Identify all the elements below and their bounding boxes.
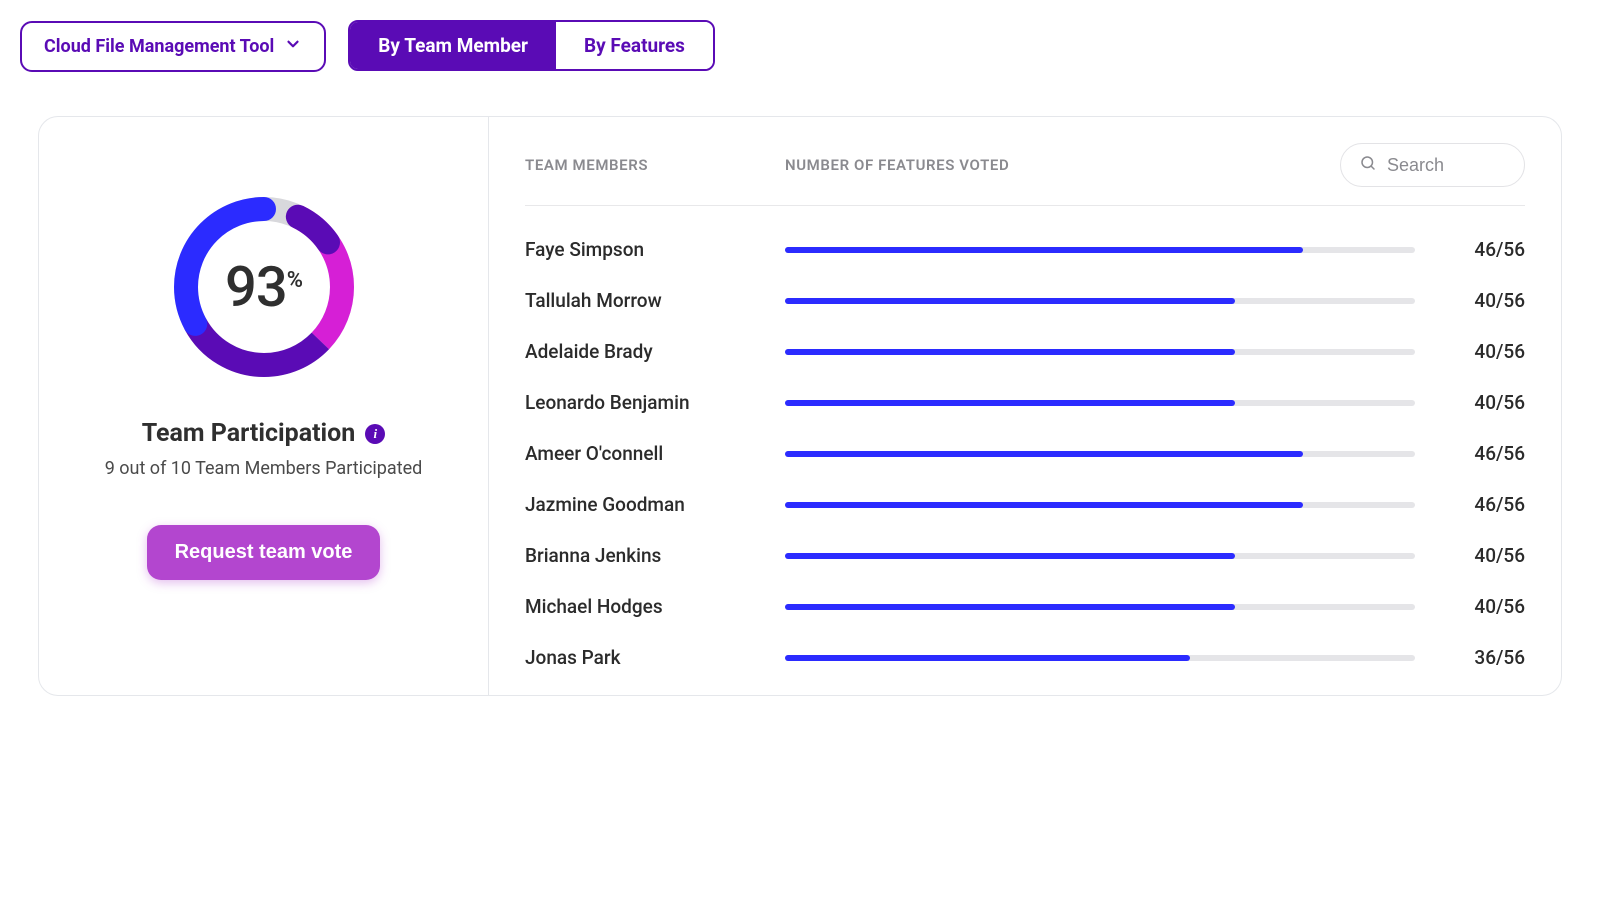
chevron-down-icon [284, 35, 302, 58]
vote-ratio: 40/56 [1445, 544, 1525, 567]
vote-ratio: 40/56 [1445, 289, 1525, 312]
request-team-vote-button[interactable]: Request team vote [147, 525, 381, 580]
vote-bar [785, 604, 1415, 610]
vote-bar-fill [785, 298, 1235, 304]
vote-ratio: 46/56 [1445, 442, 1525, 465]
member-name: Faye Simpson [525, 238, 785, 261]
table-row: Adelaide Brady 40/56 [525, 326, 1525, 377]
member-name: Jonas Park [525, 646, 785, 669]
table-row: Michael Hodges 40/56 [525, 581, 1525, 632]
header-features-voted: NUMBER OF FEATURES VOTED [785, 156, 1340, 174]
project-dropdown-label: Cloud File Management Tool [44, 36, 274, 57]
table-row: Leonardo Benjamin 40/56 [525, 377, 1525, 428]
vote-ratio: 36/56 [1445, 646, 1525, 669]
member-name: Adelaide Brady [525, 340, 785, 363]
search-icon [1359, 154, 1377, 176]
tab-by-features[interactable]: By Features [556, 22, 713, 69]
vote-bar-fill [785, 400, 1235, 406]
member-name: Tallulah Morrow [525, 289, 785, 312]
header-team-members: TEAM MEMBERS [525, 156, 785, 174]
team-member-list: TEAM MEMBERS NUMBER OF FEATURES VOTED Fa… [489, 117, 1561, 695]
table-row: Ameer O'connell 46/56 [525, 428, 1525, 479]
project-dropdown[interactable]: Cloud File Management Tool [20, 21, 326, 72]
participation-summary: 93% Team Participation i 9 out of 10 Tea… [39, 117, 489, 695]
vote-bar-fill [785, 655, 1190, 661]
member-name: Michael Hodges [525, 595, 785, 618]
table-row: Tallulah Morrow 40/56 [525, 275, 1525, 326]
vote-bar-fill [785, 502, 1303, 508]
participation-percent: 93% [225, 254, 302, 320]
vote-bar [785, 451, 1415, 457]
vote-bar-fill [785, 451, 1303, 457]
search-field[interactable] [1340, 143, 1525, 187]
view-tabs: By Team Member By Features [348, 20, 715, 71]
vote-bar-fill [785, 604, 1235, 610]
tab-by-team-member[interactable]: By Team Member [350, 22, 556, 69]
participation-title-row: Team Participation i [142, 419, 386, 448]
member-name: Jazmine Goodman [525, 493, 785, 516]
list-header: TEAM MEMBERS NUMBER OF FEATURES VOTED [525, 143, 1525, 206]
member-rows[interactable]: Faye Simpson46/56Tallulah Morrow40/56Ade… [525, 224, 1525, 685]
info-icon[interactable]: i [365, 424, 385, 444]
button-label: Request team vote [175, 541, 353, 563]
vote-ratio: 40/56 [1445, 340, 1525, 363]
member-name: Ameer O'connell [525, 442, 785, 465]
vote-bar [785, 553, 1415, 559]
table-row: Jonas Park 36/56 [525, 632, 1525, 683]
participation-panel: 93% Team Participation i 9 out of 10 Tea… [38, 116, 1562, 696]
vote-ratio: 40/56 [1445, 595, 1525, 618]
participation-subtitle: 9 out of 10 Team Members Participated [105, 458, 423, 479]
table-row: Faye Simpson 46/56 [525, 224, 1525, 275]
table-row: Jazmine Goodman 46/56 [525, 479, 1525, 530]
participation-donut: 93% [164, 187, 364, 387]
participation-title: Team Participation [142, 419, 356, 448]
table-row: Brianna Jenkins 40/56 [525, 530, 1525, 581]
vote-ratio: 46/56 [1445, 238, 1525, 261]
vote-bar [785, 502, 1415, 508]
percent-value: 93 [225, 254, 287, 320]
tab-label: By Features [584, 34, 685, 57]
percent-sign: % [287, 268, 302, 293]
member-name: Brianna Jenkins [525, 544, 785, 567]
vote-bar [785, 247, 1415, 253]
vote-bar [785, 655, 1415, 661]
vote-ratio: 40/56 [1445, 391, 1525, 414]
vote-ratio: 46/56 [1445, 493, 1525, 516]
vote-bar [785, 400, 1415, 406]
vote-bar [785, 349, 1415, 355]
vote-bar-fill [785, 349, 1235, 355]
vote-bar [785, 298, 1415, 304]
search-input[interactable] [1387, 155, 1506, 176]
donut-center: 93% [164, 187, 364, 387]
tab-label: By Team Member [378, 34, 528, 57]
vote-bar-fill [785, 247, 1303, 253]
member-name: Leonardo Benjamin [525, 391, 785, 414]
vote-bar-fill [785, 553, 1235, 559]
